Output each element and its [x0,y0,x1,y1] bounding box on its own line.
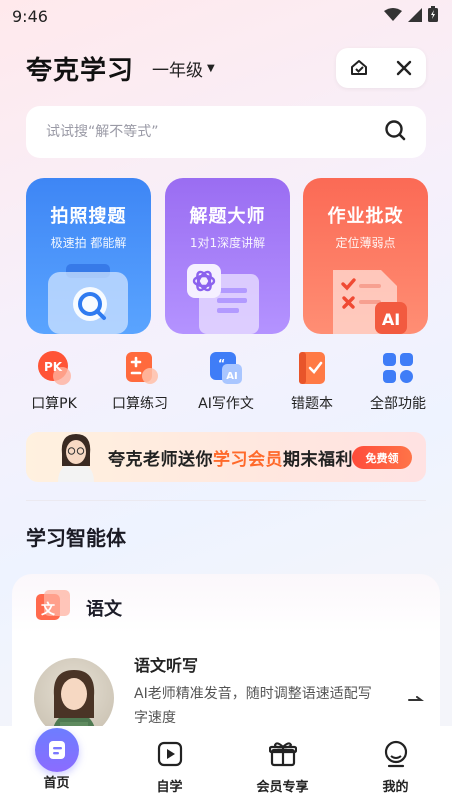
tab-profile[interactable]: 我的 [351,738,441,804]
feature-all-functions[interactable]: 全部功能 [358,350,438,416]
grid-icon [380,350,416,386]
battery-icon [428,6,438,26]
lesson-title: 语文听写 [134,656,199,675]
homework-check-card[interactable]: 作业批改 定位薄弱点 AI [303,178,428,334]
status-icons [384,6,438,26]
calculator-icon [122,350,158,386]
feature-label: AI写作文 [198,396,254,412]
home-check-icon [350,60,367,75]
chinese-subject-icon: 文 [34,588,74,628]
camera-icon [48,264,128,334]
play-icon [154,738,186,770]
promo-banner[interactable]: 夸克老师送你学习会员期末福利 免费领 [26,432,426,482]
photo-search-card[interactable]: 拍照搜题 极速拍 都能解 [26,178,151,334]
tab-label: 我的 [382,780,409,795]
tab-home[interactable]: 首页 [12,728,102,804]
divider [26,500,426,501]
close-button[interactable] [389,53,419,83]
banner-text: 夸克老师送你学习会员期末福利 [108,445,353,470]
grade-selector[interactable]: 一年级 ▼ [152,56,215,81]
teacher-avatar [58,434,94,482]
banner-text-highlight: 学习会员 [213,450,283,470]
status-time: 9:46 [12,6,48,26]
section-title-text: 学习智能体 [26,526,126,550]
ai-writing-icon: “AI [208,350,244,386]
app-title: 夸克学习 [26,55,135,86]
tab-member[interactable]: 会员专享 [238,738,328,804]
home-icon [34,728,79,772]
tab-label: 首页 [43,776,70,791]
subject-name: 语文 [86,599,122,620]
caret-down-icon: ▼ [207,62,215,74]
feature-label: 全部功能 [370,396,426,412]
card-title: 拍照搜题 [50,206,127,227]
grade-label: 一年级 [152,60,204,81]
status-bar: 9:46 [0,0,452,32]
solver-master-card[interactable]: 解题大师 1对1深度讲解 [165,178,290,334]
feature-label: 口算练习 [112,396,168,412]
section-title: 学习智能体 [26,522,126,554]
lesson-item[interactable]: 语文听写 AI老师精准发音，随时调整语速适配写字速度 [34,652,434,738]
search-icon[interactable] [384,119,406,145]
profile-icon [380,738,412,770]
homework-check-icon: AI [333,270,407,334]
card-subtitle: 极速拍 都能解 [50,236,127,250]
gift-icon [267,738,299,770]
mini-program-capsule [336,48,426,88]
tutor-icon [187,264,259,334]
wifi-icon [384,7,402,26]
lesson-description: AI老师精准发音，随时调整语速适配写字速度 [134,686,372,726]
tab-label: 自学 [156,780,183,795]
quick-features: PK 口算PK 口算练习 “AI AI写作文 错题本 全部功能 [14,350,438,416]
feature-cards: 拍照搜题 极速拍 都能解 解题大师 1对1深度讲解 作业批改 定位薄弱点 AI [26,178,428,334]
feature-ai-writing[interactable]: “AI AI写作文 [186,350,266,416]
search-input[interactable] [46,124,346,140]
banner-text-after: 期末福利 [283,450,353,470]
svg-text:PK: PK [44,360,63,374]
header: 夸克学习 一年级 ▼ [26,48,426,88]
notebook-icon [294,350,330,386]
search-bar[interactable] [26,106,426,158]
feature-label: 错题本 [291,396,333,412]
tab-label: 会员专享 [256,780,309,795]
svg-text:AI: AI [226,371,237,382]
feature-oral-pk[interactable]: PK 口算PK [14,350,94,416]
svg-text:AI: AI [382,310,400,329]
feature-mistake-book[interactable]: 错题本 [272,350,352,416]
tab-self-study[interactable]: 自学 [125,738,215,804]
feature-oral-practice[interactable]: 口算练习 [100,350,180,416]
card-title: 解题大师 [189,206,266,227]
card-subtitle: 1对1深度讲解 [189,236,266,250]
banner-text-before: 夸克老师送你 [108,450,213,470]
free-claim-button[interactable]: 免费领 [352,446,412,469]
close-icon [396,60,411,76]
card-subtitle: 定位薄弱点 [335,236,396,250]
pk-icon: PK [36,350,72,386]
home-check-button[interactable] [344,53,374,83]
card-title: 作业批改 [327,206,404,227]
arrow-right-icon[interactable] [408,690,424,711]
svg-text:文: 文 [41,601,56,618]
signal-icon [408,7,422,26]
bottom-tab-bar: 首页 自学 会员专享 我的 [0,726,452,804]
subject-header: 文 语文 [34,588,122,628]
svg-text:“: “ [218,357,225,370]
feature-label: 口算PK [31,396,77,412]
